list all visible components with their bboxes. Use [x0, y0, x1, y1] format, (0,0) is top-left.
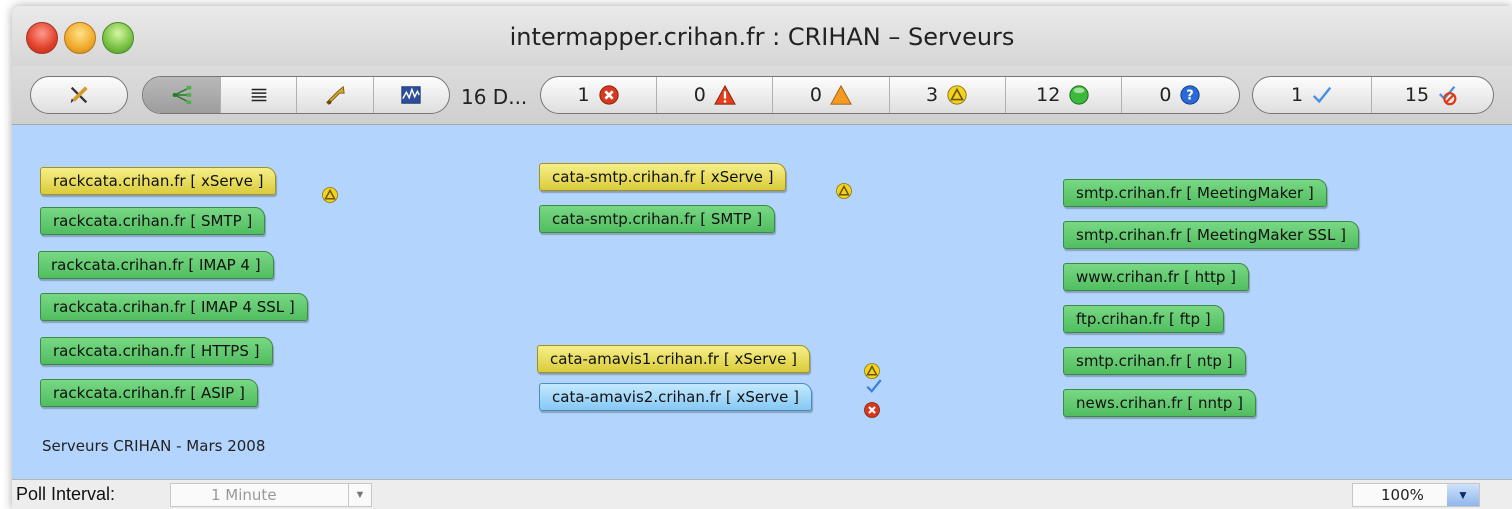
app-window: intermapper.crihan.fr : CRIHAN – Serveur…: [12, 6, 1512, 509]
list-view-button[interactable]: [220, 77, 296, 113]
status-alarm-count: 0: [809, 84, 822, 106]
down-icon: [599, 85, 619, 105]
unknown-icon: ?: [1180, 85, 1201, 105]
map-node[interactable]: news.crihan.fr [ nntp ]: [1063, 389, 1257, 417]
unacknowledged-filter[interactable]: 15: [1371, 77, 1492, 113]
status-critical-filter[interactable]: 0: [656, 77, 772, 113]
map-node[interactable]: rackcata.crihan.fr [ ASIP ]: [40, 379, 258, 407]
strip-chart-icon: [401, 86, 421, 104]
tree-map-icon: [172, 85, 191, 105]
view-mode-control[interactable]: [142, 76, 450, 114]
poll-interval-value: 1 Minute: [211, 486, 277, 504]
map-node[interactable]: www.crihan.fr [ http ]: [1063, 263, 1249, 291]
status-down-filter[interactable]: 1: [541, 77, 656, 113]
title-bar: intermapper.crihan.fr : CRIHAN – Serveur…: [12, 6, 1512, 66]
map-node[interactable]: smtp.crihan.fr [ MeetingMaker ]: [1063, 179, 1327, 207]
chevron-down-icon[interactable]: ▼: [348, 484, 371, 506]
map-node[interactable]: rackcata.crihan.fr [ xServe ]: [40, 167, 277, 195]
map-node[interactable]: rackcata.crihan.fr [ IMAP 4 SSL ]: [40, 293, 308, 321]
status-down-count: 1: [577, 84, 590, 106]
svg-text:?: ?: [1187, 89, 1194, 104]
acknowledge-filter-control[interactable]: 1 15: [1252, 76, 1494, 114]
trumpet-icon: [326, 85, 345, 105]
alarm-icon: [830, 84, 852, 105]
status-unknown-count: 0: [1159, 84, 1172, 106]
map-node[interactable]: cata-amavis2.crihan.fr [ xServe ]: [539, 383, 813, 411]
map-node[interactable]: ftp.crihan.fr [ ftp ]: [1063, 305, 1224, 333]
window-title: intermapper.crihan.fr : CRIHAN – Serveur…: [509, 23, 1015, 51]
warning-icon: [322, 187, 338, 203]
acknowledged-icon: [1312, 86, 1332, 104]
status-warning-count: 3: [926, 84, 939, 106]
status-critical-count: 0: [693, 84, 706, 106]
map-node[interactable]: rackcata.crihan.fr [ HTTPS ]: [40, 337, 273, 365]
map-view-button[interactable]: [143, 77, 221, 113]
ok-icon: [1069, 85, 1089, 105]
status-unknown-filter[interactable]: 0 ?: [1120, 77, 1239, 113]
poll-interval-select[interactable]: 1 Minute ▼: [170, 483, 372, 507]
status-warning-filter[interactable]: 3: [888, 77, 1005, 113]
unacknowledged-icon: [1439, 86, 1457, 106]
acknowledged-filter[interactable]: 1: [1253, 77, 1371, 113]
status-bar: Poll Interval: 1 Minute ▼ 100% ▼: [12, 479, 1512, 509]
map-canvas[interactable]: rackcata.crihan.fr [ xServe ] rackcata.c…: [12, 125, 1512, 479]
pencil-ruler-icon: [70, 86, 88, 104]
map-node[interactable]: cata-amavis1.crihan.fr [ xServe ]: [537, 345, 811, 373]
zoom-value: 100%: [1381, 486, 1424, 504]
warning-icon: [947, 85, 967, 105]
status-ok-filter[interactable]: 12: [1004, 77, 1121, 113]
zoom-select[interactable]: 100% ▼: [1352, 483, 1480, 507]
acknowledged-count: 1: [1290, 84, 1304, 106]
edit-mode-button[interactable]: [30, 76, 128, 114]
map-node[interactable]: rackcata.crihan.fr [ IMAP 4 ]: [38, 251, 274, 279]
down-icon: [864, 402, 880, 418]
status-alarm-filter[interactable]: 0: [772, 77, 888, 113]
map-node[interactable]: cata-smtp.crihan.fr [ xServe ]: [539, 163, 787, 191]
map-node[interactable]: rackcata.crihan.fr [ SMTP ]: [40, 207, 266, 235]
device-count: 16 D...: [461, 85, 528, 109]
edit-mode-segment[interactable]: [31, 77, 127, 113]
unacknowledged-count: 15: [1404, 84, 1430, 106]
toolbar: 16 D... 1 0 0 3 12 0 ? 1 15: [12, 66, 1512, 125]
warning-icon: [836, 183, 852, 199]
map-node[interactable]: cata-smtp.crihan.fr [ SMTP ]: [539, 205, 776, 233]
acknowledged-icon: [866, 379, 882, 393]
critical-icon: [713, 84, 736, 105]
poll-interval-label: Poll Interval:: [16, 484, 116, 504]
status-filter-control[interactable]: 1 0 0 3 12 0 ?: [540, 76, 1240, 114]
map-node[interactable]: smtp.crihan.fr [ MeetingMaker SSL ]: [1063, 221, 1359, 249]
status-ok-count: 12: [1036, 84, 1061, 106]
notifier-view-button[interactable]: [296, 77, 372, 113]
map-caption: Serveurs CRIHAN - Mars 2008: [42, 437, 266, 455]
chevron-down-icon[interactable]: ▼: [1447, 484, 1479, 506]
list-icon: [251, 88, 267, 102]
chart-view-button[interactable]: [372, 77, 449, 113]
map-node[interactable]: smtp.crihan.fr [ ntp ]: [1063, 347, 1246, 375]
